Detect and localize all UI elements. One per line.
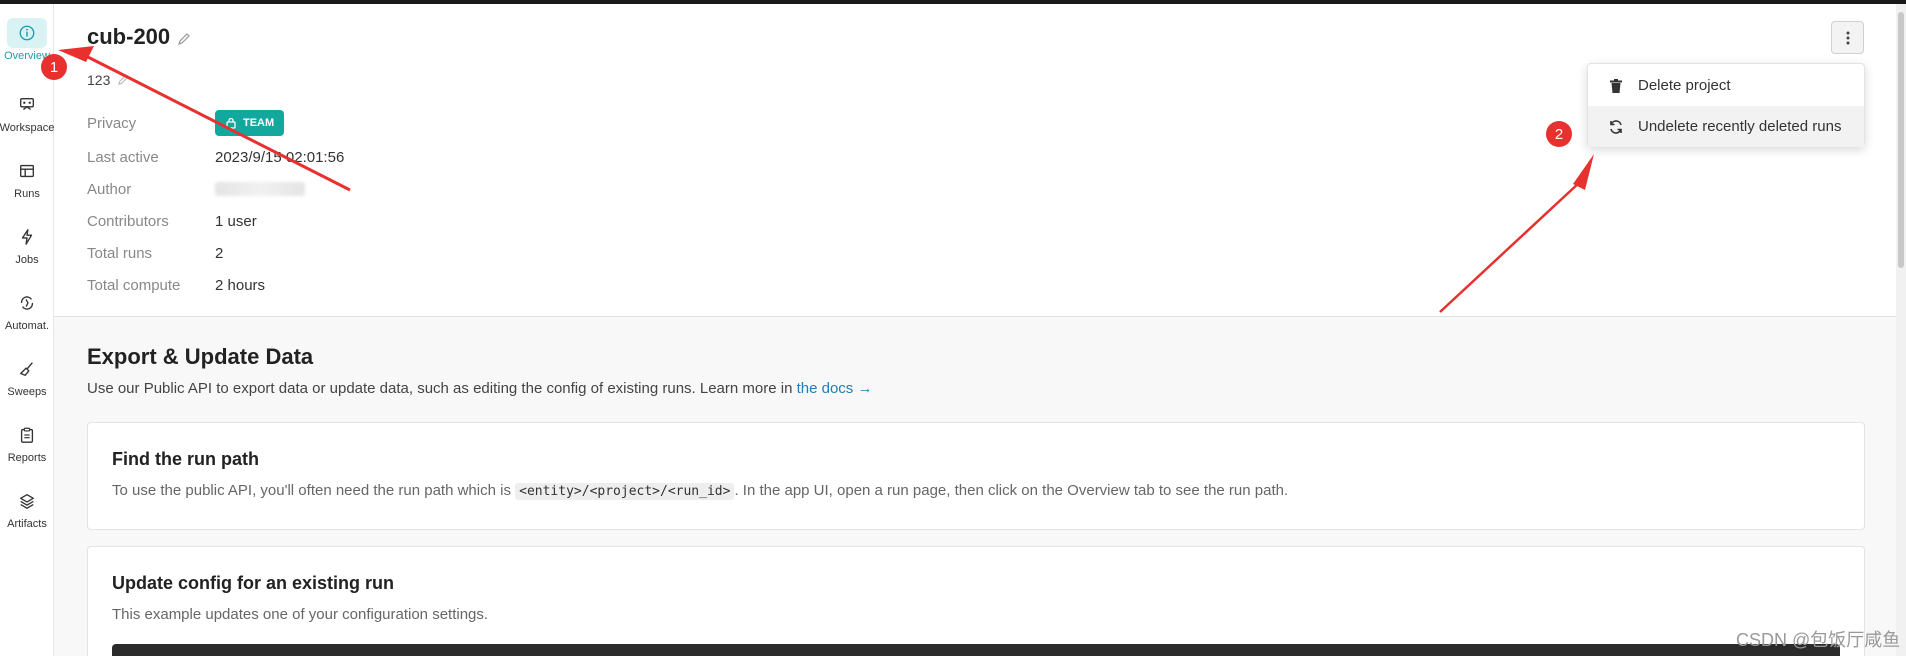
top-bar [0,0,1906,4]
table-icon [7,156,47,186]
more-options-button[interactable] [1831,21,1864,54]
info-value: 2023/9/15 02:01:56 [215,148,345,166]
info-value: 2 hours [215,276,266,294]
kebab-icon [1846,31,1849,44]
author-redacted [215,182,305,196]
layers-icon [7,486,47,516]
trash-icon [1610,78,1622,93]
clipboard-icon [7,420,47,450]
privacy-badge[interactable]: TEAM [215,110,285,136]
find-run-path-card: Find the run path To use the public API,… [87,422,1865,530]
info-key: Total runs [87,244,153,262]
annotation-badge-2: 2 [1546,121,1572,147]
info-key: Last active [87,148,159,166]
annotation-badge-1: 1 [41,54,67,80]
info-key: Total compute [87,276,181,294]
info-value: 1 user [215,212,257,230]
info-key: Author [87,180,132,198]
run-path-code: <entity>/<project>/<run_id> [515,483,735,500]
broom-icon [7,354,47,384]
export-desc-text: Use our Public API to export data or upd… [87,380,797,397]
card-description: This example updates one of your configu… [112,606,489,623]
update-config-card: Update config for an existing run This e… [87,546,1865,656]
edit-title-pencil-icon[interactable] [177,32,191,46]
sidebar-item-jobs[interactable]: Jobs [0,216,54,274]
lightning-icon [7,222,47,252]
info-key: Contributors [87,212,169,230]
undelete-runs-menu-item[interactable]: Undelete recently deleted runs [1588,106,1864,147]
project-title: cub-200 [87,24,171,49]
info-row-contributors: Contributors 1 user [87,210,257,232]
card-desc-text: . In the app UI, open a run page, then c… [734,482,1289,499]
info-row-author: Author [87,178,305,200]
arrow2-head [1573,154,1594,190]
edit-description-pencil-icon[interactable] [117,73,130,86]
info-row-total-runs: Total runs 2 [87,242,223,264]
sidebar-item-label: Runs [14,188,40,200]
card-title: Update config for an existing run [112,573,395,593]
menu-item-label: Delete project [1638,77,1731,94]
info-row-total-compute: Total compute 2 hours [87,274,265,296]
sidebar-item-reports[interactable]: Reports [0,414,54,472]
card-title: Find the run path [112,449,259,469]
info-row-privacy: Privacy TEAM [87,110,285,136]
sidebar-item-label: Workspace [0,122,55,134]
menu-item-label: Undelete recently deleted runs [1638,118,1842,135]
sidebar-item-runs[interactable]: Runs [0,150,54,208]
sidebar-item-label: Jobs [15,254,39,266]
sidebar: Overview Workspace Runs Jobs Automat. Sw… [0,4,54,656]
sidebar-item-automations[interactable]: Automat. [0,282,54,340]
card-description: To use the public API, you'll often need… [112,482,1289,500]
sidebar-item-artifacts[interactable]: Artifacts [0,480,54,538]
delete-project-menu-item[interactable]: Delete project [1588,65,1864,106]
sidebar-item-label: Artifacts [7,518,47,530]
info-row-last-active: Last active 2023/9/15 02:01:56 [87,146,344,168]
lock-icon [226,117,236,129]
code-block [112,644,1840,656]
docs-link[interactable]: the docs → [797,380,873,397]
scrollbar-thumb[interactable] [1898,12,1904,268]
privacy-label: TEAM [243,117,275,129]
sidebar-item-label: Reports [7,452,47,464]
card-desc-text: To use the public API, you'll often need… [112,482,516,499]
info-value: 2 [215,244,224,262]
sidebar-item-workspace[interactable]: Workspace [0,84,54,142]
export-section-description: Use our Public API to export data or upd… [87,380,872,397]
workspace-icon [7,90,47,120]
export-section-title: Export & Update Data [87,344,314,369]
page-scrollbar[interactable] [1896,4,1906,656]
automation-icon [7,288,47,318]
info-icon [7,18,47,48]
refresh-icon [1610,119,1622,134]
sidebar-item-label: Automat. [4,320,50,332]
info-key: Privacy [87,114,137,132]
sidebar-item-sweeps[interactable]: Sweeps [0,348,54,406]
project-options-menu: Delete project Undelete recently deleted… [1587,63,1865,147]
watermark: CSDN @包饭厅咸鱼 [1736,630,1901,650]
sidebar-item-label: Sweeps [7,386,47,398]
arrow2-line [1439,181,1581,313]
project-description: 123 [87,72,111,88]
